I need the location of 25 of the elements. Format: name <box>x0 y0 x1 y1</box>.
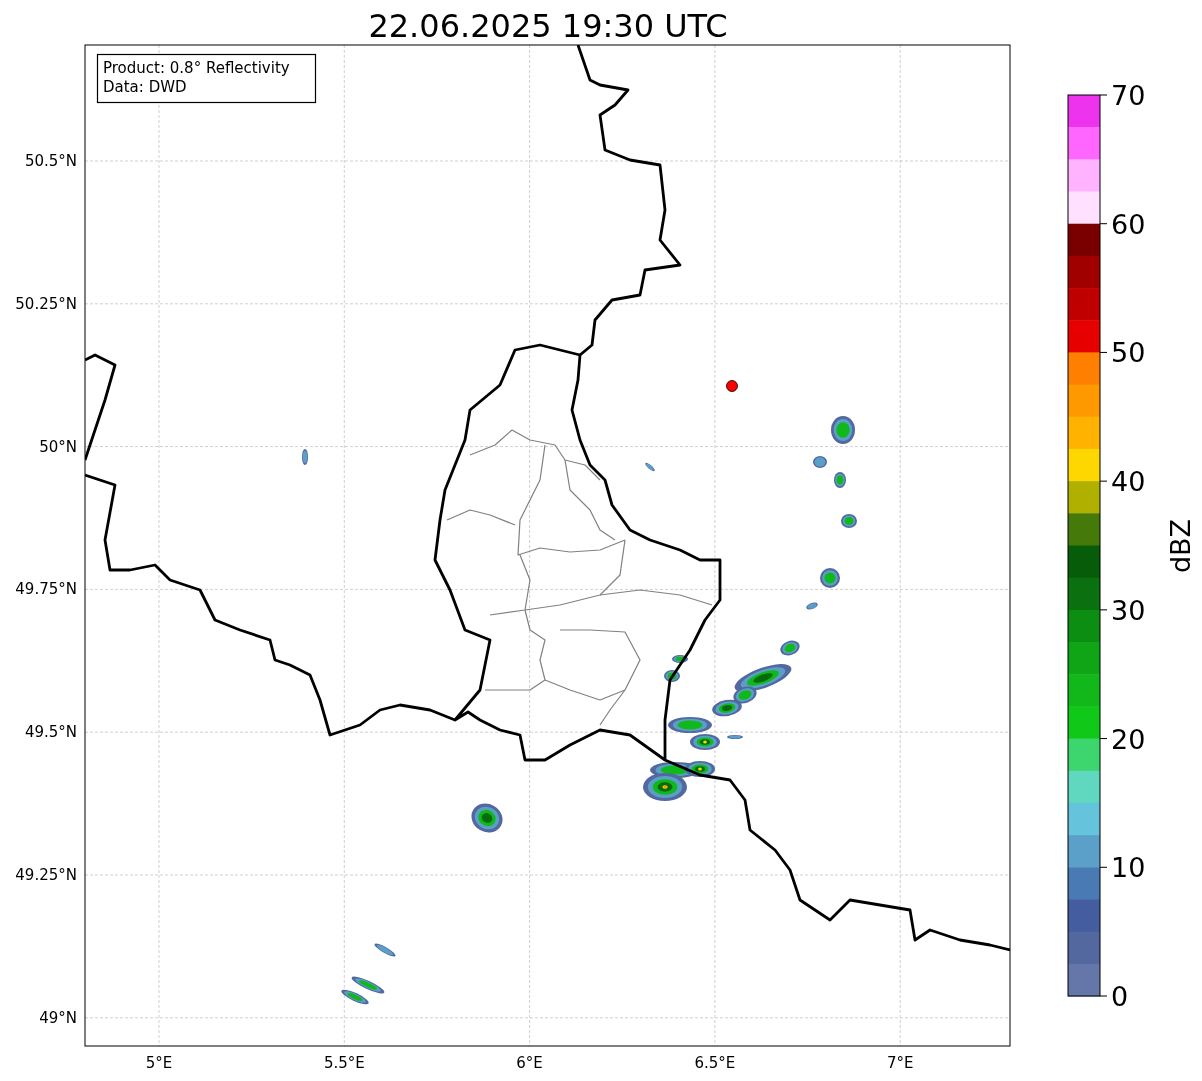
axis-tick-label: 6.5°E <box>694 1054 736 1072</box>
colorbar-tick-label: 50 <box>1111 337 1146 369</box>
colorbar-tick-label: 0 <box>1111 981 1129 1012</box>
colorbar-tick-label: 40 <box>1111 466 1146 498</box>
axis-tick-label: 49.25°N <box>15 866 77 884</box>
axis-tick-label: 7°E <box>886 1054 914 1072</box>
colorbar-tick-label: 30 <box>1111 594 1146 626</box>
axis-tick-label: 49°N <box>39 1008 77 1027</box>
axis-tick-label: 49.5°N <box>24 723 77 742</box>
plot-title: 22.06.2025 19:30 UTC <box>368 7 728 45</box>
info-text: Data: DWD <box>103 78 187 96</box>
axis-tick-label: 50.5°N <box>24 152 77 170</box>
axis-tick-label: 5°E <box>145 1054 173 1072</box>
colorbar-label: dBZ <box>1165 518 1196 574</box>
axis-tick-label: 5.5°E <box>323 1054 365 1072</box>
axis-tick-label: 6°E <box>516 1054 543 1072</box>
colorbar-tick-label: 60 <box>1111 208 1146 240</box>
info-text: Product: 0.8° Reflectivity <box>103 59 290 77</box>
axis-tick-label: 50.25°N <box>15 294 77 313</box>
axis-tick-label: 50°N <box>39 437 77 456</box>
colorbar-tick-label: 70 <box>1111 80 1146 111</box>
axis-tick-label: 49.75°N <box>15 580 77 599</box>
location-marker <box>726 380 738 392</box>
colorbar-tick-label: 10 <box>1111 852 1146 884</box>
colorbar-tick-label: 20 <box>1111 723 1146 755</box>
